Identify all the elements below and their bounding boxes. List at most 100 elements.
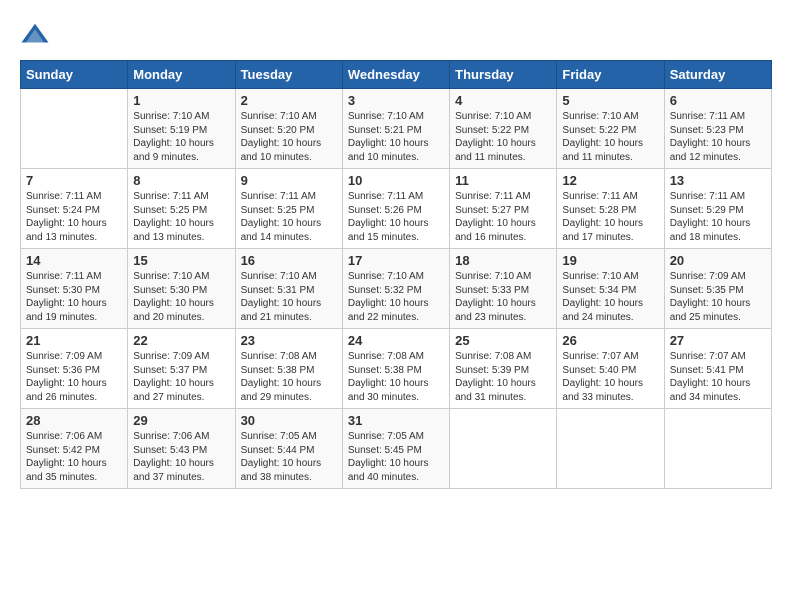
calendar-cell: 2 Sunrise: 7:10 AMSunset: 5:20 PMDaylight… [235,89,342,169]
day-info: Sunrise: 7:10 AMSunset: 5:34 PMDaylight:… [562,270,658,324]
day-number: 18 [455,253,551,268]
day-number: 11 [455,173,551,188]
calendar-cell [557,409,664,489]
day-number: 4 [455,93,551,108]
calendar-cell: 17 Sunrise: 7:10 AMSunset: 5:32 PMDayligh… [342,249,449,329]
calendar-cell: 7 Sunrise: 7:11 AMSunset: 5:24 PMDaylight… [21,169,128,249]
day-info: Sunrise: 7:07 AMSunset: 5:41 PMDaylight:… [670,350,766,404]
day-info: Sunrise: 7:10 AMSunset: 5:21 PMDaylight:… [348,110,444,164]
day-info: Sunrise: 7:11 AMSunset: 5:29 PMDaylight:… [670,190,766,244]
day-number: 6 [670,93,766,108]
day-info: Sunrise: 7:11 AMSunset: 5:25 PMDaylight:… [241,190,337,244]
day-number: 8 [133,173,229,188]
day-info: Sunrise: 7:10 AMSunset: 5:20 PMDaylight:… [241,110,337,164]
week-row-0: 1Sunrise: 7:10 AMSunset: 5:19 PMDaylight… [21,89,772,169]
week-row-1: 7 Sunrise: 7:11 AMSunset: 5:24 PMDaylight… [21,169,772,249]
day-number: 29 [133,413,229,428]
day-number: 1 [133,93,229,108]
day-number: 13 [670,173,766,188]
day-info: Sunrise: 7:09 AMSunset: 5:35 PMDaylight:… [670,270,766,324]
calendar-cell: 21Sunrise: 7:09 AMSunset: 5:36 PMDayligh… [21,329,128,409]
calendar-cell: 13 Sunrise: 7:11 AMSunset: 5:29 PMDayligh… [664,169,771,249]
calendar-cell: 27 Sunrise: 7:07 AMSunset: 5:41 PMDayligh… [664,329,771,409]
calendar-cell: 24Sunrise: 7:08 AMSunset: 5:38 PMDayligh… [342,329,449,409]
calendar-cell: 10 Sunrise: 7:11 AMSunset: 5:26 PMDayligh… [342,169,449,249]
day-info: Sunrise: 7:08 AMSunset: 5:38 PMDaylight:… [348,350,444,404]
day-number: 3 [348,93,444,108]
day-info: Sunrise: 7:11 AMSunset: 5:30 PMDaylight:… [26,270,122,324]
calendar-cell: 14Sunrise: 7:11 AMSunset: 5:30 PMDayligh… [21,249,128,329]
calendar-cell: 28 Sunrise: 7:06 AMSunset: 5:42 PMDayligh… [21,409,128,489]
logo [20,20,54,50]
calendar-cell: 11 Sunrise: 7:11 AMSunset: 5:27 PMDayligh… [450,169,557,249]
day-info: Sunrise: 7:11 AMSunset: 5:24 PMDaylight:… [26,190,122,244]
calendar-cell: 23 Sunrise: 7:08 AMSunset: 5:38 PMDayligh… [235,329,342,409]
day-info: Sunrise: 7:10 AMSunset: 5:22 PMDaylight:… [562,110,658,164]
day-info: Sunrise: 7:10 AMSunset: 5:33 PMDaylight:… [455,270,551,324]
calendar-cell: 6 Sunrise: 7:11 AMSunset: 5:23 PMDaylight… [664,89,771,169]
day-number: 23 [241,333,337,348]
day-number: 22 [133,333,229,348]
day-number: 31 [348,413,444,428]
day-number: 9 [241,173,337,188]
day-number: 12 [562,173,658,188]
calendar-cell: 19Sunrise: 7:10 AMSunset: 5:34 PMDayligh… [557,249,664,329]
calendar-cell [450,409,557,489]
day-number: 5 [562,93,658,108]
day-info: Sunrise: 7:11 AMSunset: 5:28 PMDaylight:… [562,190,658,244]
calendar-cell: 20Sunrise: 7:09 AMSunset: 5:35 PMDayligh… [664,249,771,329]
day-number: 30 [241,413,337,428]
day-info: Sunrise: 7:10 AMSunset: 5:22 PMDaylight:… [455,110,551,164]
logo-icon [20,20,50,50]
week-row-2: 14Sunrise: 7:11 AMSunset: 5:30 PMDayligh… [21,249,772,329]
calendar-cell: 5 Sunrise: 7:10 AMSunset: 5:22 PMDaylight… [557,89,664,169]
calendar-cell: 15 Sunrise: 7:10 AMSunset: 5:30 PMDayligh… [128,249,235,329]
calendar-cell: 12 Sunrise: 7:11 AMSunset: 5:28 PMDayligh… [557,169,664,249]
col-header-saturday: Saturday [664,61,771,89]
day-number: 7 [26,173,122,188]
calendar-cell: 18 Sunrise: 7:10 AMSunset: 5:33 PMDayligh… [450,249,557,329]
day-info: Sunrise: 7:11 AMSunset: 5:23 PMDaylight:… [670,110,766,164]
calendar-cell: 16 Sunrise: 7:10 AMSunset: 5:31 PMDayligh… [235,249,342,329]
week-row-3: 21Sunrise: 7:09 AMSunset: 5:36 PMDayligh… [21,329,772,409]
calendar-cell: 30Sunrise: 7:05 AMSunset: 5:44 PMDayligh… [235,409,342,489]
calendar-cell: 4 Sunrise: 7:10 AMSunset: 5:22 PMDaylight… [450,89,557,169]
day-info: Sunrise: 7:08 AMSunset: 5:39 PMDaylight:… [455,350,551,404]
day-number: 10 [348,173,444,188]
day-info: Sunrise: 7:11 AMSunset: 5:25 PMDaylight:… [133,190,229,244]
calendar-cell: 1Sunrise: 7:10 AMSunset: 5:19 PMDaylight… [128,89,235,169]
day-info: Sunrise: 7:05 AMSunset: 5:45 PMDaylight:… [348,430,444,484]
day-info: Sunrise: 7:06 AMSunset: 5:42 PMDaylight:… [26,430,122,484]
col-header-wednesday: Wednesday [342,61,449,89]
col-header-thursday: Thursday [450,61,557,89]
day-info: Sunrise: 7:10 AMSunset: 5:31 PMDaylight:… [241,270,337,324]
day-info: Sunrise: 7:11 AMSunset: 5:27 PMDaylight:… [455,190,551,244]
day-number: 16 [241,253,337,268]
day-number: 28 [26,413,122,428]
col-header-tuesday: Tuesday [235,61,342,89]
day-number: 17 [348,253,444,268]
calendar-cell: 31 Sunrise: 7:05 AMSunset: 5:45 PMDayligh… [342,409,449,489]
day-number: 27 [670,333,766,348]
calendar-cell: 26 Sunrise: 7:07 AMSunset: 5:40 PMDayligh… [557,329,664,409]
day-info: Sunrise: 7:07 AMSunset: 5:40 PMDaylight:… [562,350,658,404]
calendar-cell: 25 Sunrise: 7:08 AMSunset: 5:39 PMDayligh… [450,329,557,409]
calendar-cell [21,89,128,169]
day-info: Sunrise: 7:11 AMSunset: 5:26 PMDaylight:… [348,190,444,244]
calendar-cell: 9 Sunrise: 7:11 AMSunset: 5:25 PMDaylight… [235,169,342,249]
day-number: 2 [241,93,337,108]
calendar-cell: 3 Sunrise: 7:10 AMSunset: 5:21 PMDaylight… [342,89,449,169]
calendar-cell: 22Sunrise: 7:09 AMSunset: 5:37 PMDayligh… [128,329,235,409]
calendar-table: SundayMondayTuesdayWednesdayThursdayFrid… [20,60,772,489]
day-info: Sunrise: 7:10 AMSunset: 5:32 PMDaylight:… [348,270,444,324]
week-row-4: 28 Sunrise: 7:06 AMSunset: 5:42 PMDayligh… [21,409,772,489]
day-number: 21 [26,333,122,348]
col-header-friday: Friday [557,61,664,89]
day-number: 25 [455,333,551,348]
day-info: Sunrise: 7:08 AMSunset: 5:38 PMDaylight:… [241,350,337,404]
day-number: 15 [133,253,229,268]
day-number: 26 [562,333,658,348]
calendar-cell [664,409,771,489]
page-header [20,20,772,50]
day-info: Sunrise: 7:10 AMSunset: 5:30 PMDaylight:… [133,270,229,324]
